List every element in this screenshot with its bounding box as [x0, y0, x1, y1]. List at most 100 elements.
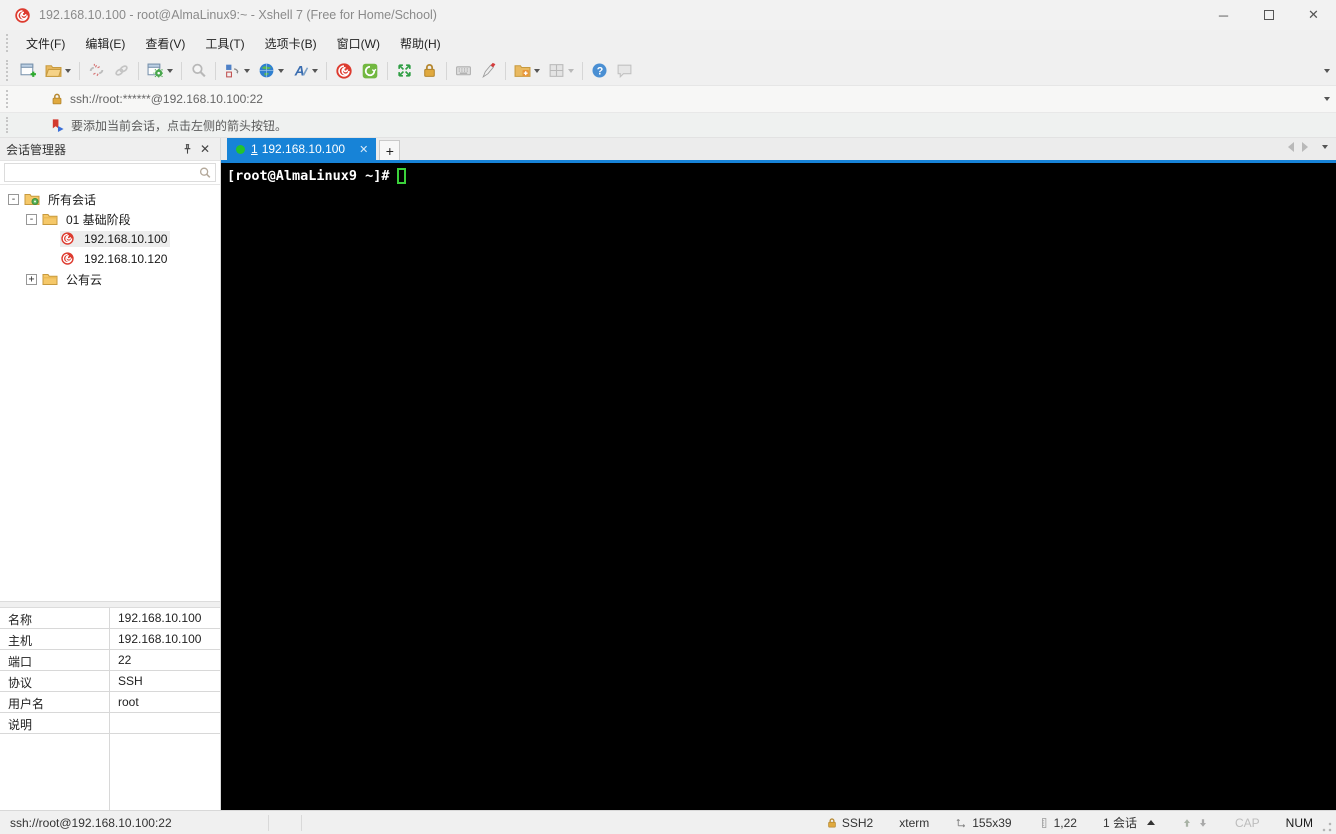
status-session-count[interactable]: 1 会话 [1103, 814, 1155, 831]
menu-item-tab[interactable]: 选项卡(B) [255, 31, 327, 56]
property-filler [0, 734, 220, 810]
collapse-icon[interactable]: - [26, 213, 37, 225]
layout-button [545, 59, 577, 82]
sidebar-splitter[interactable] [0, 601, 220, 608]
minimize-button[interactable]: ─ [1201, 0, 1246, 30]
collapse-icon[interactable]: - [8, 193, 19, 205]
property-row: 主机 192.168.10.100 [0, 629, 220, 650]
compose-bar-button[interactable] [221, 59, 253, 82]
menu-item-view[interactable]: 查看(V) [135, 31, 195, 56]
session-tree: - 所有会话 -01 基础阶段 192.168.10.100 192.168.10.12… [0, 185, 220, 601]
property-value: 192.168.10.100 [118, 632, 202, 646]
notice-text: 要添加当前会话，点击左侧的箭头按钮。 [71, 118, 288, 133]
close-button[interactable]: ✕ [1291, 0, 1336, 30]
tree-item-session-100[interactable]: 192.168.10.100 [0, 229, 220, 249]
compose-bar-dropdown[interactable] [244, 68, 250, 73]
property-row: 名称 192.168.10.100 [0, 608, 220, 629]
web-browser-dropdown[interactable] [278, 68, 284, 73]
terminal-screen[interactable]: [root@AlmaLinux9 ~]# [221, 163, 1336, 810]
toolbar: A ? [0, 56, 1336, 86]
tree-item-group-01-base[interactable]: - 01 基础阶段 [0, 209, 220, 229]
session-properties-dropdown[interactable] [167, 68, 173, 73]
reconnect-button [110, 59, 133, 82]
property-value: root [118, 695, 139, 709]
address-bar[interactable]: ssh://root:******@192.168.10.100:22 [0, 86, 1336, 113]
new-file-folder-button[interactable] [511, 59, 543, 82]
tab-scroll-left-icon[interactable] [1288, 142, 1294, 152]
session-properties-button[interactable] [144, 59, 176, 82]
open-session-dropdown[interactable] [65, 68, 71, 73]
xftp-button[interactable] [358, 59, 382, 83]
folder-icon [24, 191, 40, 207]
menu-item-window[interactable]: 窗口(W) [327, 31, 390, 56]
tree-item-public-cloud[interactable]: + 公有云 [0, 269, 220, 289]
maximize-button[interactable] [1246, 0, 1291, 30]
bookmark-arrow-icon [50, 118, 65, 133]
status-num-lock: NUM [1285, 815, 1313, 830]
new-session-button[interactable] [17, 59, 40, 82]
tab-close-icon[interactable]: ✕ [359, 143, 368, 156]
font-button[interactable]: A [289, 59, 321, 82]
open-session-button[interactable] [42, 59, 74, 82]
toolbar-overflow-button[interactable] [1324, 68, 1330, 73]
address-url[interactable]: ssh://root:******@192.168.10.100:22 [70, 92, 1318, 106]
disconnect-button [85, 59, 108, 82]
lock-screen-button[interactable] [418, 59, 441, 82]
highlight-pen-button[interactable] [477, 59, 500, 82]
session-manager-title: 会话管理器 [6, 142, 67, 157]
tab-label: 192.168.10.100 [261, 142, 346, 156]
tab-list-dropdown[interactable] [1322, 145, 1328, 149]
fullscreen-button[interactable] [393, 59, 416, 82]
resize-grip[interactable] [1321, 820, 1333, 833]
status-terminal-size[interactable]: 155x39 [955, 816, 1012, 830]
title-bar: 192.168.10.100 - root@AlmaLinux9:~ - Xsh… [0, 0, 1336, 30]
tab-scroll-right-icon[interactable] [1302, 142, 1308, 152]
property-key: 说明 [0, 713, 110, 733]
addressbar-grip[interactable] [6, 89, 11, 109]
menu-item-tools[interactable]: 工具(T) [195, 31, 254, 56]
session-icon [60, 251, 76, 267]
help-button[interactable]: ? [588, 59, 611, 82]
tree-item-all-sessions[interactable]: - 所有会话 [0, 189, 220, 209]
address-lock-icon [50, 92, 64, 106]
pin-icon[interactable] [178, 140, 196, 158]
tree-item-label: 192.168.10.100 [84, 232, 168, 246]
toolbar-grip[interactable] [6, 60, 11, 81]
expand-icon[interactable]: + [26, 273, 37, 285]
ssh-lock-icon [828, 817, 836, 827]
tab-session-active[interactable]: 1 192.168.10.100 ✕ [227, 138, 377, 160]
menu-item-edit[interactable]: 编辑(E) [75, 31, 135, 56]
session-manager-panel: 会话管理器 ✕ - 所有会话 -01 基础阶段 192.168.10.100 192.1… [0, 138, 221, 810]
menu-item-file[interactable]: 文件(F) [16, 31, 75, 56]
property-value: 192.168.10.100 [118, 611, 202, 625]
panel-close-icon[interactable]: ✕ [196, 140, 214, 158]
status-encryption[interactable]: SSH2 [826, 816, 873, 830]
property-key: 协议 [0, 671, 110, 691]
new-file-folder-dropdown[interactable] [534, 68, 540, 73]
tree-item-session-120[interactable]: 192.168.10.120 [0, 249, 220, 269]
font-dropdown[interactable] [312, 68, 318, 73]
infobar-grip[interactable] [6, 116, 11, 134]
menubar-grip[interactable] [6, 33, 11, 53]
folder-icon [42, 211, 58, 227]
tree-item-label: 192.168.10.120 [84, 252, 168, 266]
xshell-button[interactable] [332, 59, 356, 83]
search-icon[interactable] [198, 163, 216, 182]
transfer-arrows[interactable] [1181, 817, 1209, 829]
property-key: 端口 [0, 650, 110, 670]
tab-index: 1 [251, 142, 258, 156]
tab-bar: 1 192.168.10.100 ✕ + [221, 138, 1336, 160]
session-search-input[interactable] [4, 163, 198, 182]
session-properties-table: 名称 192.168.10.100 主机 192.168.10.100 端口 22 协议 SS… [0, 608, 220, 810]
menu-item-help[interactable]: 帮助(H) [390, 31, 451, 56]
new-tab-button[interactable]: + [379, 140, 401, 160]
web-browser-button[interactable] [255, 59, 287, 82]
session-icon [60, 231, 76, 247]
address-dropdown-button[interactable] [1324, 97, 1330, 101]
notice-bar: 要添加当前会话，点击左侧的箭头按钮。 [0, 113, 1336, 138]
property-row: 端口 22 [0, 650, 220, 671]
status-cursor-position[interactable]: 1,22 [1038, 816, 1077, 830]
property-key: 主机 [0, 629, 110, 649]
status-terminal-type[interactable]: xterm [899, 816, 929, 830]
status-connection-url: ssh://root@192.168.10.100:22 [10, 815, 172, 830]
